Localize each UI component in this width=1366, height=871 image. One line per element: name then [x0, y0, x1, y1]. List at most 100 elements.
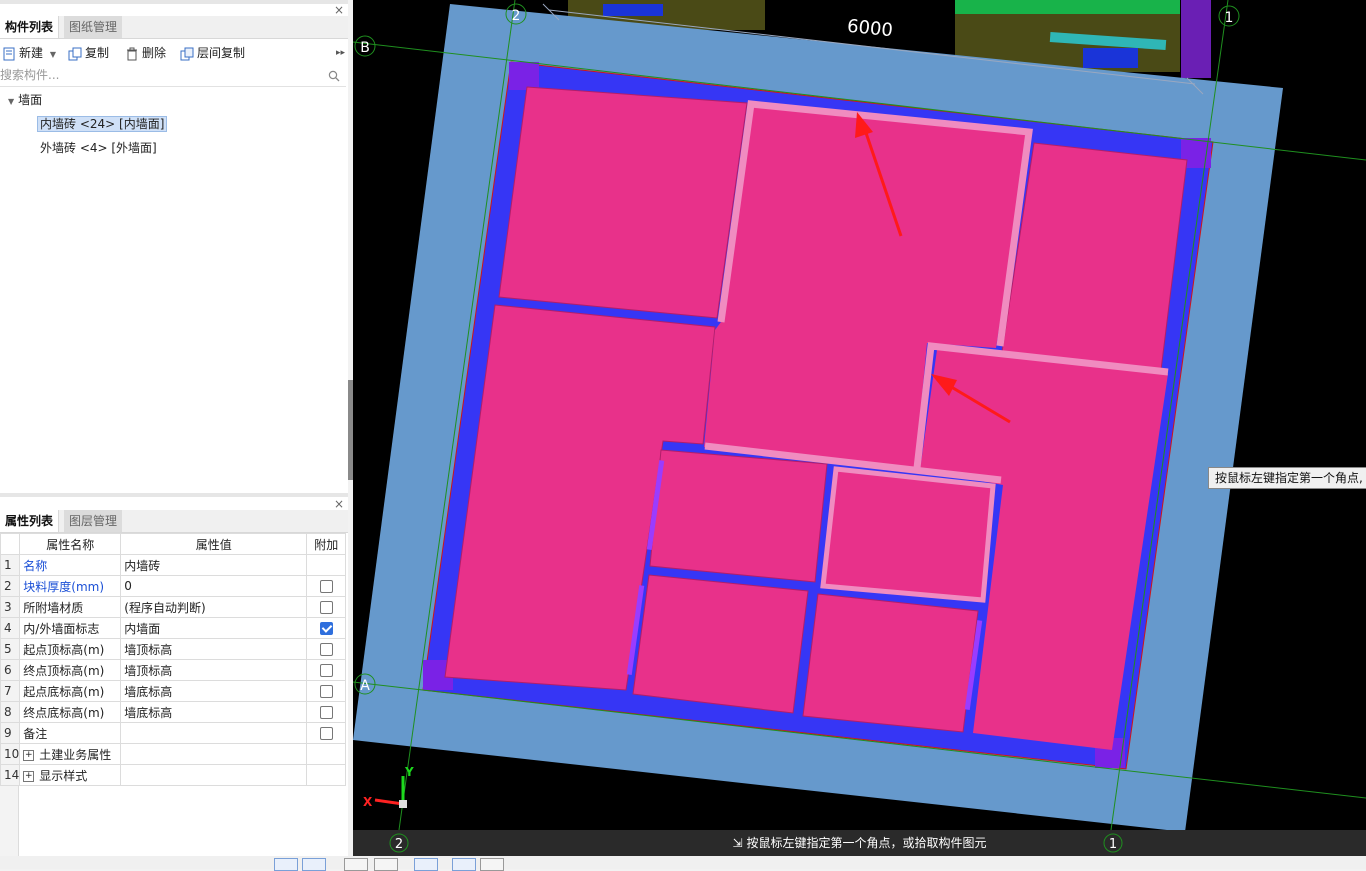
row-number: 4	[0, 617, 21, 639]
expand-plus-icon[interactable]: +	[23, 749, 35, 761]
property-name-label: 显示样式	[39, 768, 88, 783]
property-value[interactable]: 墙底标高	[120, 701, 308, 723]
property-extra	[306, 743, 347, 765]
property-value[interactable]: 内墙面	[120, 617, 308, 639]
property-name: 内/外墙面标志	[19, 617, 122, 639]
status-toggle-button[interactable]	[344, 858, 368, 871]
new-icon	[3, 47, 15, 60]
property-row[interactable]: 10 + 土建业务属性	[0, 743, 347, 765]
property-value[interactable]	[120, 743, 308, 765]
room-center-a	[649, 449, 828, 583]
property-name-label: 土建业务属性	[39, 747, 112, 762]
property-row[interactable]: 1 名称 内墙砖	[0, 554, 347, 576]
property-row[interactable]: 5 起点顶标高(m) 墙顶标高	[0, 638, 347, 660]
expand-caret-icon[interactable]: ▼	[8, 97, 14, 106]
property-value[interactable]	[120, 764, 308, 786]
property-value[interactable]	[120, 722, 308, 744]
property-value[interactable]: (程序自动判断)	[120, 596, 308, 618]
property-name: 起点顶标高(m)	[19, 638, 122, 660]
floor-copy-icon	[180, 47, 194, 60]
axis-label-1-bottom: 1	[1109, 837, 1117, 852]
property-extra	[306, 701, 347, 723]
drawing-viewport[interactable]: 6000 B A 1 2 Y X 按鼠标左键指定第一个角点, ⇲ 按鼠标左键指定…	[353, 0, 1366, 856]
search-icon[interactable]	[328, 70, 340, 82]
extra-checkbox[interactable]	[319, 643, 333, 656]
axis-bubble-1-top: 1	[1218, 5, 1240, 27]
panel-splitter[interactable]	[0, 493, 348, 497]
property-row[interactable]: 8 终点底标高(m) 墙底标高	[0, 701, 347, 723]
command-prompt-bar: ⇲ 按鼠标左键指定第一个角点，或拾取构件图元 2 1	[353, 830, 1366, 856]
tree-item-outer-tile[interactable]: 外墙砖 <4> [外墙面]	[40, 138, 157, 158]
extra-checkbox[interactable]	[319, 601, 333, 614]
property-value[interactable]: 内墙砖	[120, 554, 308, 576]
property-extra	[306, 659, 347, 681]
panel-top-strip	[0, 0, 348, 4]
property-name: 终点底标高(m)	[19, 701, 122, 723]
extra-checkbox[interactable]	[319, 727, 333, 740]
status-toggle-button[interactable]	[414, 858, 438, 871]
property-value[interactable]: 0	[120, 575, 308, 597]
search-input[interactable]	[0, 66, 320, 84]
floor-copy-button[interactable]: 层间复制	[180, 45, 245, 61]
property-row[interactable]: 2 块料厚度(mm) 0	[0, 575, 347, 597]
property-name: 名称	[19, 554, 122, 576]
delete-button[interactable]: 删除	[125, 45, 166, 61]
property-header-row: 属性名称 属性值 附加	[0, 533, 347, 555]
property-name-label: 终点底标高(m)	[23, 705, 105, 720]
extra-checkbox[interactable]	[319, 664, 333, 677]
header-value: 属性值	[120, 533, 308, 555]
status-toggle-button[interactable]	[274, 858, 298, 871]
property-value[interactable]: 墙顶标高	[120, 659, 308, 681]
row-number: 5	[0, 638, 21, 660]
axis-label-a: A	[360, 678, 370, 694]
property-name-label: 块料厚度(mm)	[23, 579, 105, 594]
extra-checkbox[interactable]	[319, 706, 333, 719]
cursor-tooltip: 按鼠标左键指定第一个角点,	[1208, 467, 1366, 489]
tree-item-inner-tile[interactable]: 内墙砖 <24> [内墙面]	[37, 114, 168, 134]
room-top-left	[498, 86, 748, 319]
axis-label-1-top: 1	[1225, 10, 1234, 26]
extra-checkbox[interactable]	[319, 685, 333, 698]
property-row[interactable]: 14 + 显示样式	[0, 764, 347, 786]
property-row[interactable]: 4 内/外墙面标志 内墙面	[0, 617, 347, 639]
tab-property-list[interactable]: 属性列表	[0, 510, 60, 532]
axis-bubble-1-bottom: 1	[1103, 833, 1123, 853]
copy-button[interactable]: 复制	[68, 45, 109, 61]
status-toggle-button[interactable]	[374, 858, 398, 871]
row-number: 1	[0, 554, 21, 576]
tab-drawing-manage[interactable]: 图纸管理	[64, 16, 123, 38]
row-number: 9	[0, 722, 21, 744]
property-name-label: 起点底标高(m)	[23, 684, 105, 699]
status-toggle-button[interactable]	[302, 858, 326, 871]
tab-component-list[interactable]: 构件列表	[0, 16, 60, 38]
property-row[interactable]: 7 起点底标高(m) 墙底标高	[0, 680, 347, 702]
row-number: 2	[0, 575, 21, 597]
extra-checkbox[interactable]	[319, 580, 333, 593]
copy-icon	[68, 47, 82, 60]
property-value[interactable]: 墙顶标高	[120, 638, 308, 660]
property-row[interactable]: 3 所附墙材质 (程序自动判断)	[0, 596, 347, 618]
row-number: 10	[0, 743, 21, 765]
dropdown-caret-icon[interactable]: ▼	[50, 50, 56, 59]
status-toggle-button[interactable]	[452, 858, 476, 871]
delete-label: 删除	[142, 46, 167, 60]
property-row[interactable]: 6 终点顶标高(m) 墙顶标高	[0, 659, 347, 681]
extra-checkbox[interactable]	[319, 622, 333, 635]
drawing-canvas[interactable]: 6000 B A 1 2 Y X	[353, 0, 1366, 830]
close-icon[interactable]: ×	[333, 4, 345, 16]
property-value[interactable]: 墙底标高	[120, 680, 308, 702]
more-icon[interactable]: ▸▸	[336, 45, 345, 61]
property-row[interactable]: 9 备注	[0, 722, 347, 744]
tree-root-wall-surface[interactable]: ▼ 墙面	[8, 90, 42, 110]
close-icon[interactable]: ×	[333, 498, 345, 510]
property-name: 终点顶标高(m)	[19, 659, 122, 681]
property-extra	[306, 575, 347, 597]
property-extra	[306, 596, 347, 618]
header-rownum	[0, 533, 21, 555]
property-name-label: 备注	[23, 726, 48, 741]
property-extra	[306, 554, 347, 576]
expand-plus-icon[interactable]: +	[23, 770, 35, 782]
tab-layer-manage[interactable]: 图层管理	[64, 510, 123, 532]
status-toggle-button[interactable]	[480, 858, 504, 871]
new-button[interactable]: 新建 ▼	[2, 45, 56, 61]
